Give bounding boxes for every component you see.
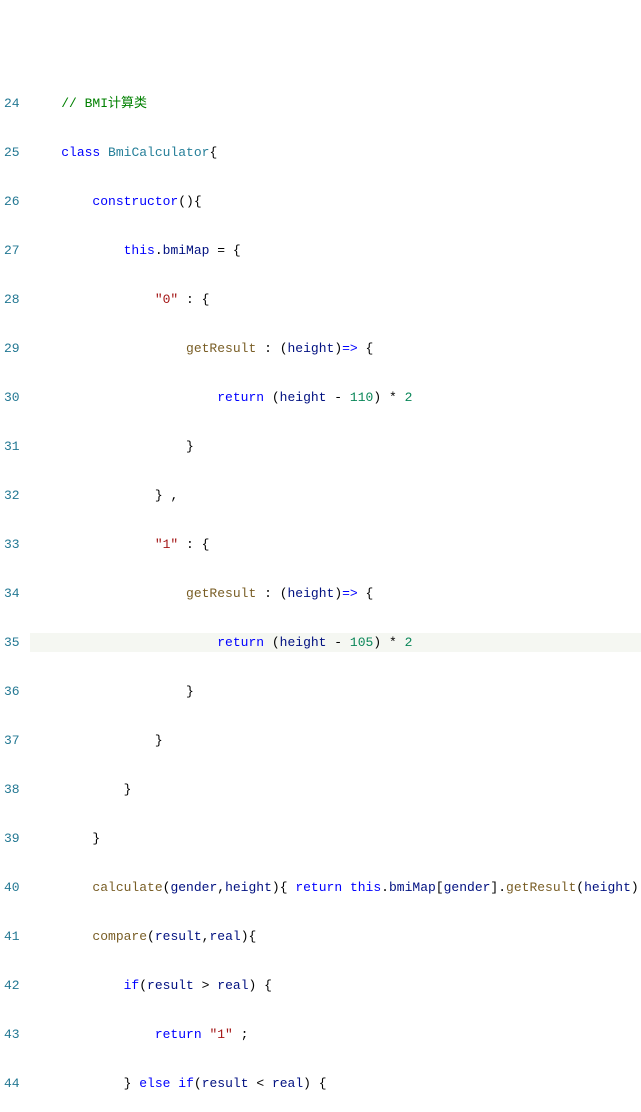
line-number: 43 — [4, 1025, 22, 1044]
line-number: 28 — [4, 290, 22, 309]
code-line[interactable]: } — [30, 829, 641, 848]
code-line[interactable]: "1" : { — [30, 535, 641, 554]
line-number: 30 — [4, 388, 22, 407]
code-line-highlighted[interactable]: return (height - 105) * 2 — [30, 633, 641, 652]
code-content[interactable]: // BMI计算类 class BmiCalculator{ construct… — [30, 60, 641, 616]
line-number: 24 — [4, 94, 22, 113]
line-number: 42 — [4, 976, 22, 995]
code-line[interactable]: } , — [30, 486, 641, 505]
line-number: 31 — [4, 437, 22, 456]
line-number: 34 — [4, 584, 22, 603]
line-number: 39 — [4, 829, 22, 848]
line-number: 38 — [4, 780, 22, 799]
line-number: 29 — [4, 339, 22, 358]
code-line[interactable]: } — [30, 437, 641, 456]
code-line[interactable]: return (height - 110) * 2 — [30, 388, 641, 407]
code-line[interactable]: this.bmiMap = { — [30, 241, 641, 260]
code-editor[interactable]: 24 25 26 27 28 29 30 31 32 33 34 35 36 3… — [0, 60, 641, 616]
code-line[interactable]: constructor(){ — [30, 192, 641, 211]
line-number: 33 — [4, 535, 22, 554]
line-number: 40 — [4, 878, 22, 897]
line-number: 44 — [4, 1074, 22, 1093]
code-line[interactable]: getResult : (height)=> { — [30, 584, 641, 603]
line-number: 35 — [4, 633, 22, 652]
code-line[interactable]: compare(result,real){ — [30, 927, 641, 946]
line-number: 37 — [4, 731, 22, 750]
line-number: 32 — [4, 486, 22, 505]
code-line[interactable]: } — [30, 780, 641, 799]
line-number: 27 — [4, 241, 22, 260]
line-number: 36 — [4, 682, 22, 701]
line-gutter: 24 25 26 27 28 29 30 31 32 33 34 35 36 3… — [0, 60, 30, 616]
line-number: 41 — [4, 927, 22, 946]
code-line[interactable]: } — [30, 682, 641, 701]
code-line[interactable]: calculate(gender,height){ return this.bm… — [30, 878, 641, 897]
code-line[interactable]: "0" : { — [30, 290, 641, 309]
code-line[interactable]: getResult : (height)=> { — [30, 339, 641, 358]
code-line[interactable]: return "1" ; — [30, 1025, 641, 1044]
code-line[interactable]: // BMI计算类 — [30, 94, 641, 113]
code-line[interactable]: class BmiCalculator{ — [30, 143, 641, 162]
code-line[interactable]: if(result > real) { — [30, 976, 641, 995]
line-number: 25 — [4, 143, 22, 162]
code-line[interactable]: } else if(result < real) { — [30, 1074, 641, 1093]
line-number: 26 — [4, 192, 22, 211]
code-line[interactable]: } — [30, 731, 641, 750]
